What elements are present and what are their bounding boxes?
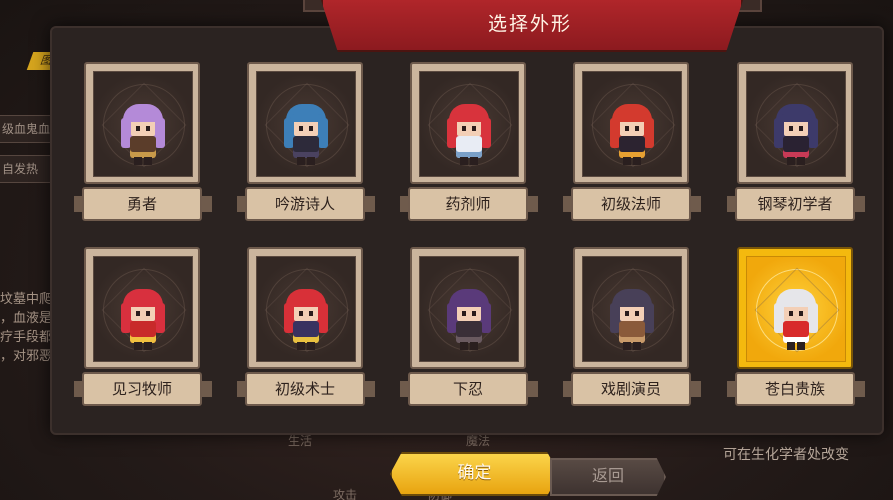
character-sprite: [774, 104, 818, 166]
name-plate: 药剂师: [400, 187, 538, 221]
character-sprite: [610, 289, 654, 351]
portrait-background: [256, 71, 356, 177]
name-plate: 勇者: [74, 187, 212, 221]
character-sprite: [284, 104, 328, 166]
dialog-title: 选择外形: [487, 13, 572, 35]
character-sprite: [284, 289, 328, 351]
appearance-card[interactable]: 初级法师: [563, 62, 701, 232]
plate-wing-right: [855, 196, 865, 212]
name-plate: 下忍: [400, 372, 538, 406]
name-plate: 吟游诗人: [237, 187, 375, 221]
portrait-frame[interactable]: [247, 247, 363, 369]
appearance-card[interactable]: 下忍: [400, 247, 538, 417]
character-name: 吟游诗人: [245, 187, 365, 221]
change-appearance-hint: 可在生化学者处改变: [723, 447, 849, 463]
character-name: 下忍: [408, 372, 528, 406]
appearance-card[interactable]: 初级术士: [237, 247, 375, 417]
name-plate: 苍白贵族: [727, 372, 865, 406]
plate-wing-right: [855, 381, 865, 397]
portrait-background: [93, 71, 193, 177]
portrait-background: [256, 256, 356, 362]
portrait-frame[interactable]: [737, 247, 853, 369]
portrait-frame[interactable]: [84, 247, 200, 369]
plate-wing-right: [691, 381, 701, 397]
name-plate: 见习牧师: [74, 372, 212, 406]
character-sprite: [121, 289, 165, 351]
appearance-card[interactable]: 钢琴初学者: [727, 62, 865, 232]
name-plate: 戏剧演员: [563, 372, 701, 406]
plate-wing-right: [365, 196, 375, 212]
plate-wing-right: [365, 381, 375, 397]
portrait-frame[interactable]: [573, 247, 689, 369]
name-plate: 初级法师: [563, 187, 701, 221]
name-plate: 钢琴初学者: [727, 187, 865, 221]
confirm-button[interactable]: 确定: [390, 452, 559, 496]
character-name: 钢琴初学者: [735, 187, 855, 221]
character-name: 药剂师: [408, 187, 528, 221]
portrait-frame[interactable]: [247, 62, 363, 184]
appearance-card[interactable]: 苍白贵族: [727, 247, 865, 417]
portrait-background: [93, 256, 193, 362]
appearance-card[interactable]: 见习牧师: [74, 247, 212, 417]
plate-wing-right: [528, 196, 538, 212]
character-name: 见习牧师: [82, 372, 202, 406]
portrait-frame[interactable]: [410, 247, 526, 369]
game-screen: 图鉴 级血鬼血 自发热 坟墓中爬 ，血液是属 疗手段都对 ，对邪恶 生活 魔法 …: [0, 0, 893, 500]
character-name: 勇者: [82, 187, 202, 221]
plate-wing-right: [691, 196, 701, 212]
portrait-frame[interactable]: [410, 62, 526, 184]
stat-label-attack: 攻击: [333, 488, 358, 500]
character-sprite: [447, 104, 491, 166]
appearance-card[interactable]: 药剂师: [400, 62, 538, 232]
appearance-card[interactable]: 吟游诗人: [237, 62, 375, 232]
portrait-background: [419, 256, 519, 362]
portrait-background: [582, 256, 682, 362]
plate-wing-right: [202, 381, 212, 397]
portrait-frame[interactable]: [573, 62, 689, 184]
portrait-frame[interactable]: [737, 62, 853, 184]
portrait-background: [582, 71, 682, 177]
character-name: 苍白贵族: [735, 372, 855, 406]
character-sprite: [121, 104, 165, 166]
character-sprite: [447, 289, 491, 351]
portrait-background: [746, 71, 846, 177]
plate-wing-right: [528, 381, 538, 397]
portrait-background: [419, 71, 519, 177]
character-name: 戏剧演员: [571, 372, 691, 406]
character-name: 初级术士: [245, 372, 365, 406]
appearance-card[interactable]: 戏剧演员: [563, 247, 701, 417]
plate-wing-right: [202, 196, 212, 212]
appearance-card[interactable]: 勇者: [74, 62, 212, 232]
name-plate: 初级术士: [237, 372, 375, 406]
character-sprite: [610, 104, 654, 166]
back-button[interactable]: 返回: [550, 458, 666, 496]
portrait-background: [746, 256, 846, 362]
character-name: 初级法师: [571, 187, 691, 221]
portrait-frame[interactable]: [84, 62, 200, 184]
character-sprite: [774, 289, 818, 351]
